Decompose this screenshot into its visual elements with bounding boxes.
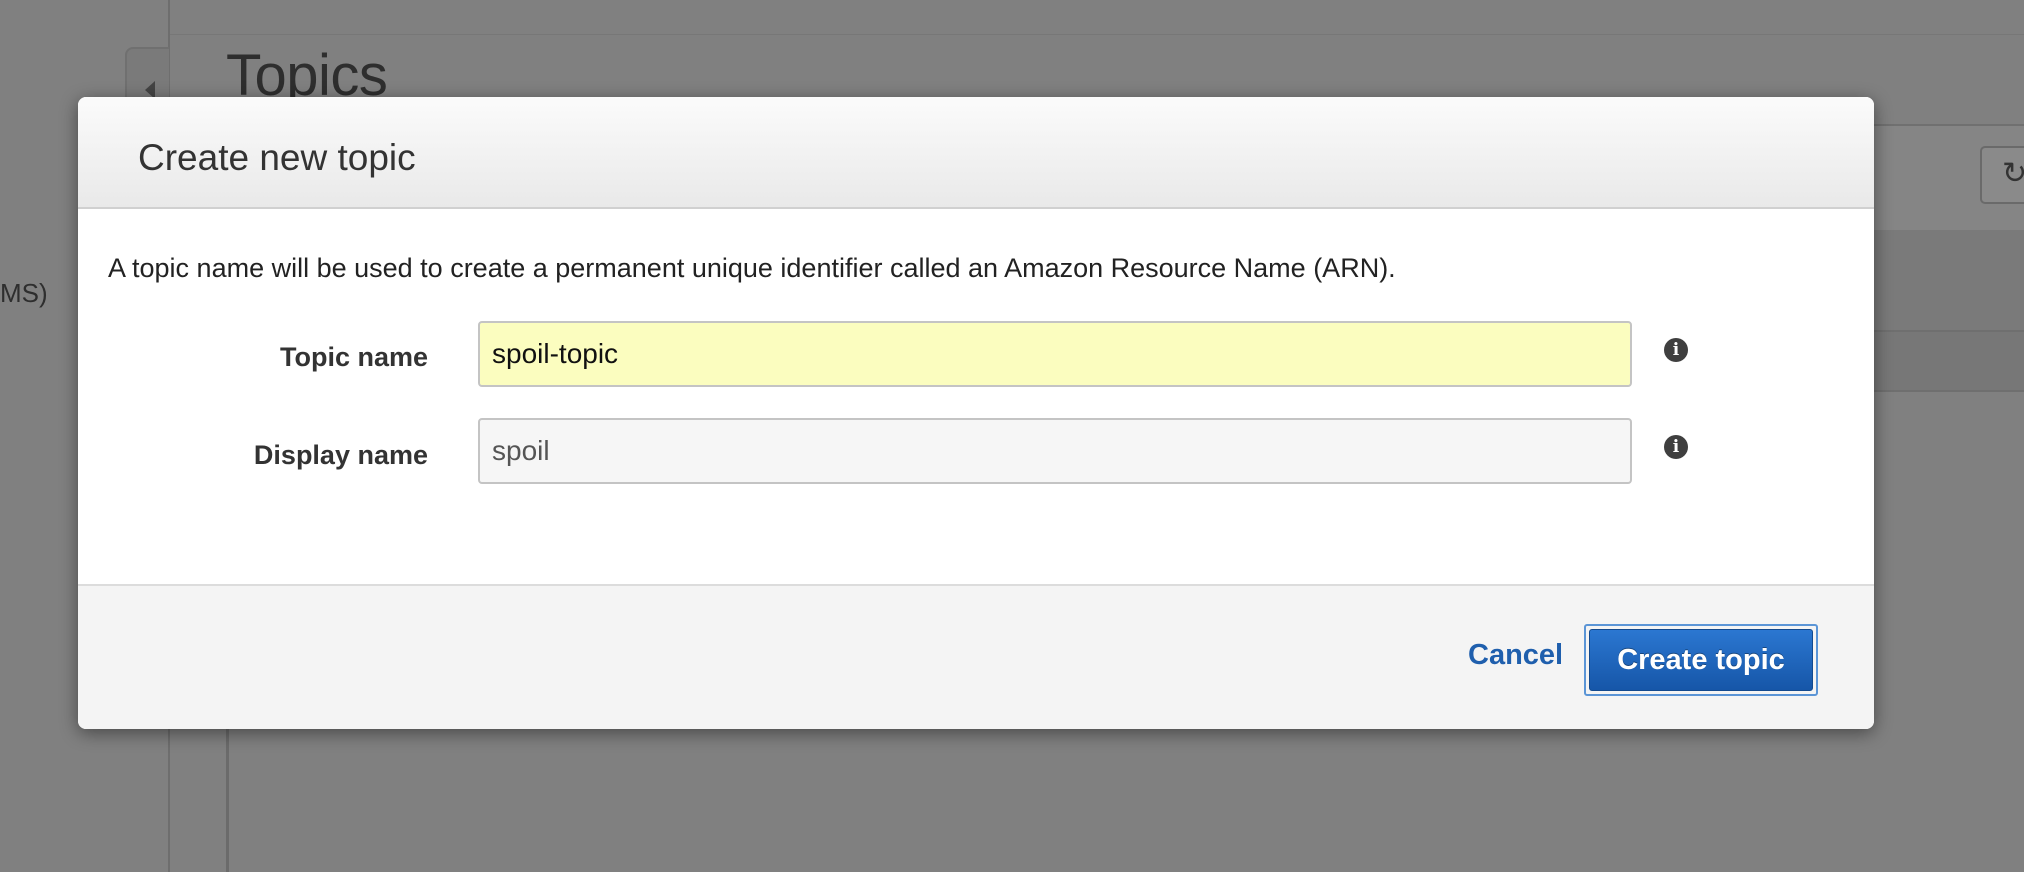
display-name-input[interactable] bbox=[478, 418, 1632, 484]
dialog-description: A topic name will be used to create a pe… bbox=[108, 253, 1396, 283]
info-icon[interactable]: i bbox=[1664, 435, 1688, 459]
create-topic-dialog: Create new topic A topic name will be us… bbox=[78, 97, 1874, 729]
dialog-header: Create new topic bbox=[78, 97, 1874, 209]
table-header bbox=[1860, 230, 2024, 330]
refresh-button[interactable]: ↻ bbox=[1980, 146, 2024, 204]
info-icon[interactable]: i bbox=[1664, 338, 1688, 362]
cancel-button[interactable]: Cancel bbox=[1468, 639, 1563, 672]
create-topic-button[interactable]: Create topic bbox=[1589, 629, 1813, 691]
header-divider bbox=[170, 34, 2024, 35]
display-name-label: Display name bbox=[253, 440, 428, 470]
sidebar-item-label: MS) bbox=[0, 278, 48, 308]
table-row bbox=[1860, 330, 2024, 392]
refresh-icon: ↻ bbox=[2002, 157, 2024, 190]
dialog-title: Create new topic bbox=[138, 137, 416, 178]
topic-name-input[interactable] bbox=[478, 321, 1632, 387]
create-topic-button-focus-ring: Create topic bbox=[1584, 624, 1818, 696]
topic-name-label: Topic name bbox=[279, 342, 428, 372]
